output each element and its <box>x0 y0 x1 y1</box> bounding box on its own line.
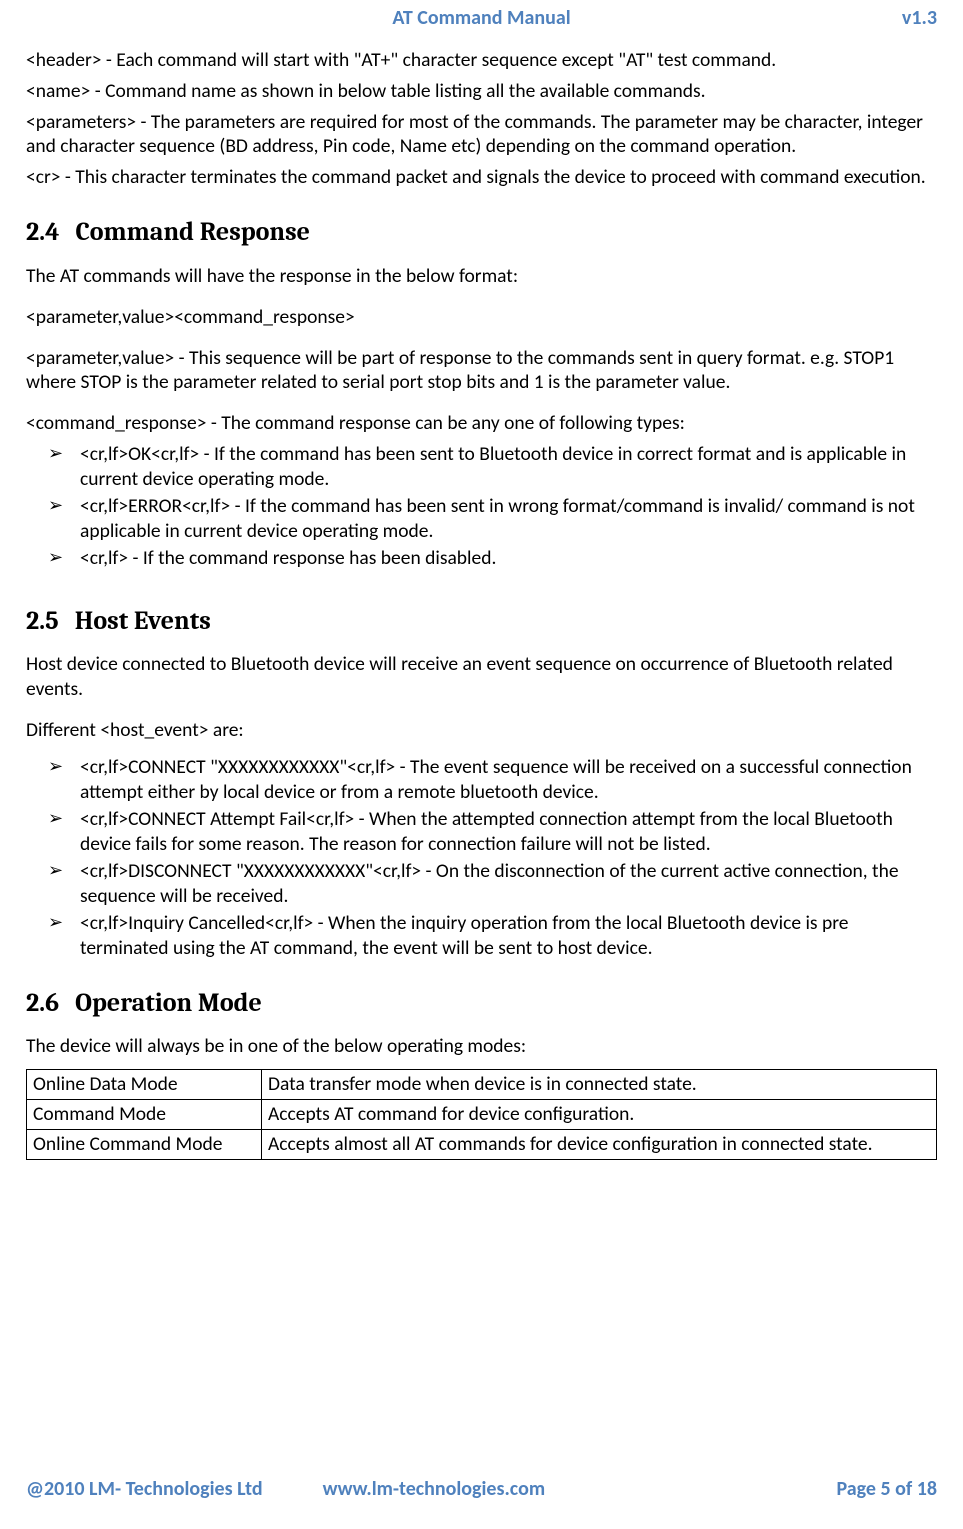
s24-p3: <parameter,value> - This sequence will b… <box>26 346 937 396</box>
section-number: 2.4 <box>26 217 60 247</box>
list-item: <cr,lf>OK<cr,lf> - If the command has be… <box>26 442 937 492</box>
s25-p2: Different <host_event> are: <box>26 718 937 743</box>
s24-p2: <parameter,value><command_response> <box>26 305 937 330</box>
intro-line-cr: <cr> - This character terminates the com… <box>26 165 937 190</box>
table-row: Command Mode Accepts AT command for devi… <box>27 1100 937 1130</box>
s25-p1: Host device connected to Bluetooth devic… <box>26 652 937 702</box>
doc-version: v1.3 <box>827 6 937 32</box>
section-title: Command Response <box>76 217 310 247</box>
mode-desc: Data transfer mode when device is in con… <box>262 1070 937 1100</box>
section-2-6-heading: 2.6 Operation Mode <box>26 987 937 1020</box>
list-item: <cr,lf>DISCONNECT "XXXXXXXXXXXX"<cr,lf> … <box>26 859 937 909</box>
list-item: <cr,lf>CONNECT Attempt Fail<cr,lf> - Whe… <box>26 807 937 857</box>
footer-page-number: Page 5 of 18 <box>836 1477 937 1503</box>
mode-desc: Accepts almost all AT commands for devic… <box>262 1130 937 1160</box>
section-number: 2.5 <box>26 606 59 636</box>
s24-p4: <command_response> - The command respons… <box>26 411 937 436</box>
footer-url: www.lm-technologies.com <box>323 1477 837 1503</box>
list-item: <cr,lf>CONNECT "XXXXXXXXXXXX"<cr,lf> - T… <box>26 755 937 805</box>
section-title: Host Events <box>75 606 211 636</box>
s26-p1: The device will always be in one of the … <box>26 1034 937 1059</box>
intro-line-name: <name> - Command name as shown in below … <box>26 79 937 104</box>
list-item: <cr,lf>ERROR<cr,lf> - If the command has… <box>26 494 937 544</box>
mode-name: Command Mode <box>27 1100 262 1130</box>
table-row: Online Data Mode Data transfer mode when… <box>27 1070 937 1100</box>
footer-copyright: @2010 LM- Technologies Ltd <box>26 1477 263 1503</box>
s24-list: <cr,lf>OK<cr,lf> - If the command has be… <box>26 442 937 571</box>
mode-desc: Accepts AT command for device configurat… <box>262 1100 937 1130</box>
s24-p1: The AT commands will have the response i… <box>26 264 937 289</box>
page-footer: @2010 LM- Technologies Ltd www.lm-techno… <box>26 1477 937 1503</box>
section-number: 2.6 <box>26 988 59 1018</box>
intro-line-parameters: <parameters> - The parameters are requir… <box>26 110 937 160</box>
mode-name: Online Data Mode <box>27 1070 262 1100</box>
section-2-5-heading: 2.5 Host Events <box>26 605 937 638</box>
doc-title: AT Command Manual <box>136 6 827 32</box>
list-item: <cr,lf>Inquiry Cancelled<cr,lf> - When t… <box>26 911 937 961</box>
page-header: AT Command Manual v1.3 <box>26 0 937 48</box>
intro-line-header: <header> - Each command will start with … <box>26 48 937 73</box>
section-title: Operation Mode <box>75 988 262 1018</box>
table-row: Online Command Mode Accepts almost all A… <box>27 1130 937 1160</box>
s25-list: <cr,lf>CONNECT "XXXXXXXXXXXX"<cr,lf> - T… <box>26 755 937 961</box>
list-item: <cr,lf> - If the command response has be… <box>26 546 937 571</box>
mode-name: Online Command Mode <box>27 1130 262 1160</box>
section-2-4-heading: 2.4 Command Response <box>26 216 937 249</box>
operation-modes-table: Online Data Mode Data transfer mode when… <box>26 1069 937 1160</box>
